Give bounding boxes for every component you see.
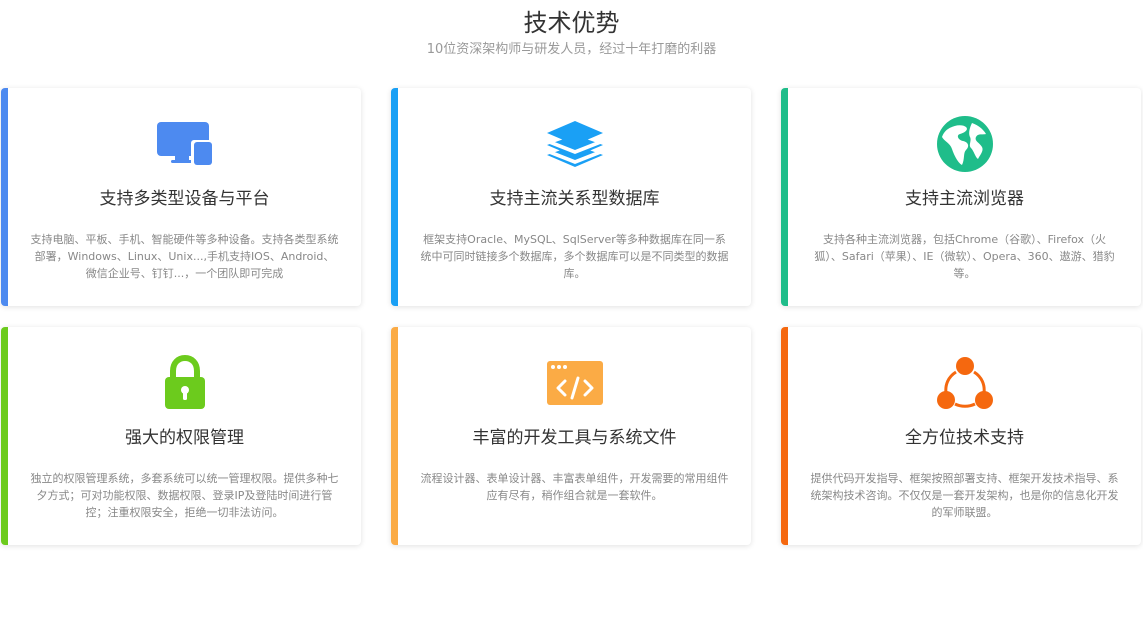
feature-card-title: 全方位技术支持 <box>905 428 1024 448</box>
feature-card-description: 框架支持Oracle、MySQL、SqlServer等多种数据库在同一系统中可同… <box>420 233 729 280</box>
feature-card-title: 丰富的开发工具与系统文件 <box>472 428 677 448</box>
feature-card-description: 支持电脑、平板、手机、智能硬件等多种设备。支持各类型系统部署，Windows、L… <box>30 233 339 280</box>
feature-card-description: 流程设计器、表单设计器、丰富表单组件，开发需要的常用组件应有尽有，稍作组合就是一… <box>420 472 729 502</box>
globe-icon <box>936 116 993 172</box>
code-window-icon <box>546 361 603 405</box>
feature-card-permissions: 强大的权限管理 独立的权限管理系统，多套系统可以统一管理权限。提供多种七夕方式；… <box>1 327 361 545</box>
lock-icon <box>164 355 205 409</box>
feature-card-description: 独立的权限管理系统，多套系统可以统一管理权限。提供多种七夕方式；可对功能权限、数… <box>30 472 339 519</box>
devices-icon <box>156 122 213 166</box>
feature-card-title: 支持多类型设备与平台 <box>99 189 270 209</box>
feature-card-browsers: 支持主流浏览器 支持各种主流浏览器，包括Chrome（谷歌）、Firefox（火… <box>781 88 1141 306</box>
feature-card-title: 强大的权限管理 <box>125 428 244 448</box>
feature-card-title: 支持主流浏览器 <box>905 189 1024 209</box>
feature-card-description: 支持各种主流浏览器，包括Chrome（谷歌）、Firefox（火狐）、Safar… <box>814 233 1115 280</box>
section-header: 技术优势 10位资深架构师与研发人员，经过十年打磨的利器 <box>0 0 1143 59</box>
page-title: 技术优势 <box>523 9 620 37</box>
network-share-icon <box>936 357 993 409</box>
page-subtitle: 10位资深架构师与研发人员，经过十年打磨的利器 <box>426 42 717 57</box>
feature-card-devices: 支持多类型设备与平台 支持电脑、平板、手机、智能硬件等多种设备。支持各类型系统部… <box>1 88 361 306</box>
database-layers-icon <box>546 121 603 167</box>
feature-card-description: 提供代码开发指导、框架按照部署支持、框架开发技术指导、系统架构技术咨询。不仅仅是… <box>810 472 1119 519</box>
feature-card-dev-tools: 丰富的开发工具与系统文件 流程设计器、表单设计器、丰富表单组件，开发需要的常用组… <box>391 327 751 545</box>
feature-card-database: 支持主流关系型数据库 框架支持Oracle、MySQL、SqlServer等多种… <box>391 88 751 306</box>
feature-card-title: 支持主流关系型数据库 <box>489 189 660 209</box>
feature-card-support: 全方位技术支持 提供代码开发指导、框架按照部署支持、框架开发技术指导、系统架构技… <box>781 327 1141 545</box>
feature-grid: 支持多类型设备与平台 支持电脑、平板、手机、智能硬件等多种设备。支持各类型系统部… <box>1 88 1141 545</box>
